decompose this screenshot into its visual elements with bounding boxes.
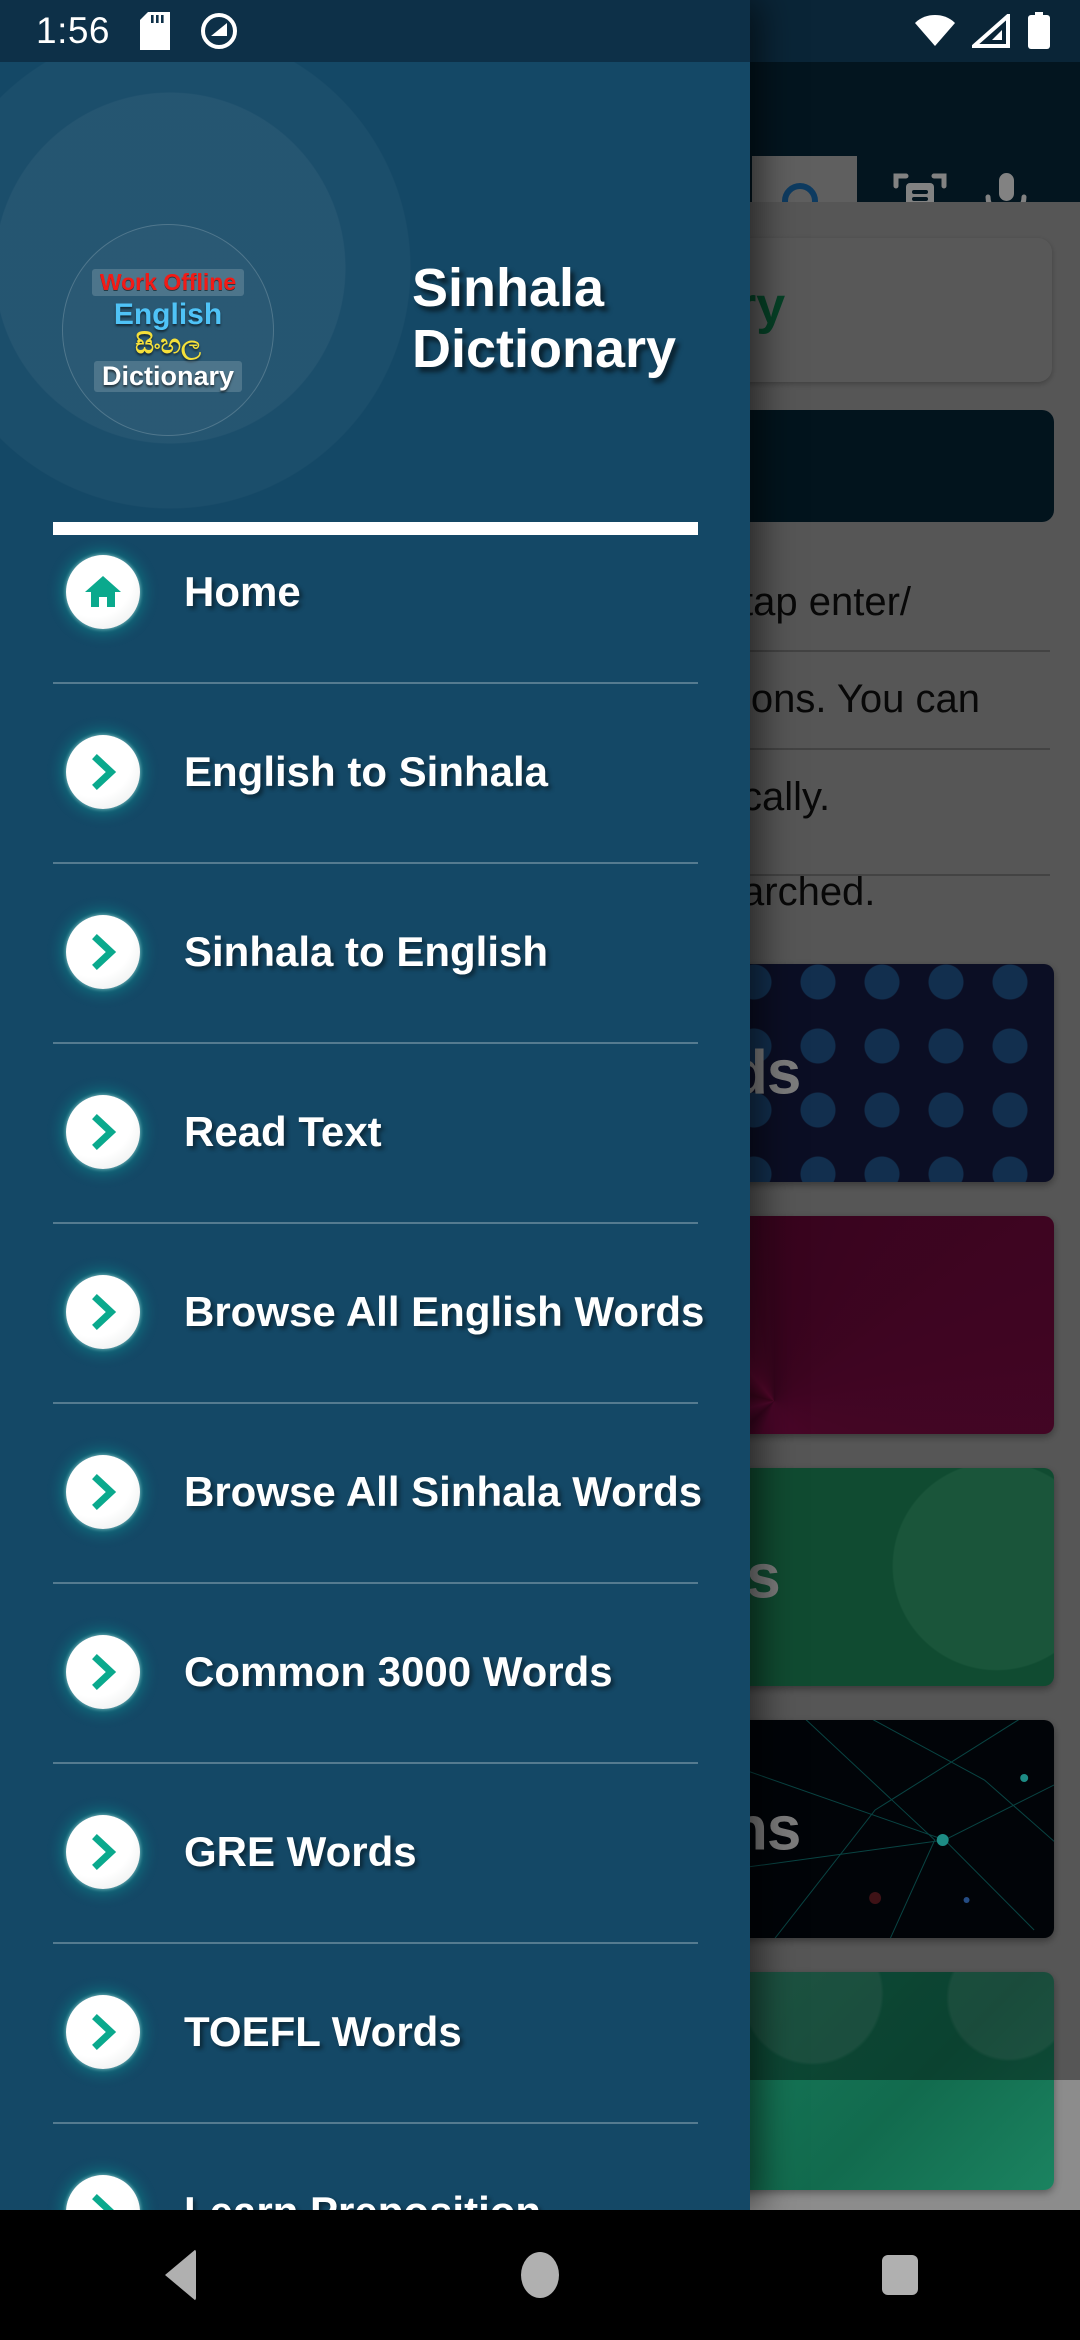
menu-item-label: Read Text (184, 1108, 382, 1155)
wifi-icon (915, 15, 955, 46)
menu-item-label: Common 3000 Words (184, 1648, 613, 1695)
menu-item-label: English to Sinhala (184, 748, 549, 795)
sd-card-icon (140, 12, 171, 50)
drawer-menu-list[interactable]: Home English to Sinhala Sinhala to Engli… (0, 502, 750, 2210)
recents-button[interactable] (815, 2210, 985, 2340)
chevron-right-icon (66, 1455, 140, 1529)
chevron-right-icon (66, 1275, 140, 1349)
menu-item-label: Browse All English Words (184, 1288, 705, 1335)
home-circle-icon (521, 2252, 559, 2298)
recents-square-icon (882, 2255, 918, 2295)
chevron-right-icon (66, 2175, 140, 2210)
menu-item-label: Sinhala to English (184, 928, 549, 975)
logo-sinhala-text: සිංහල (135, 328, 201, 359)
logo-work-offline-text: Work Offline (91, 268, 245, 296)
menu-item-common-3000-words[interactable]: Common 3000 Words (0, 1582, 750, 1762)
status-bar: 1:56 (0, 0, 750, 62)
menu-item-sinhala-to-english[interactable]: Sinhala to English (0, 862, 750, 1042)
background-instruction-line-3: cally. (742, 775, 831, 819)
chevron-right-icon (66, 915, 140, 989)
menu-item-english-to-sinhala[interactable]: English to Sinhala (0, 682, 750, 862)
background-instruction-line-2: ions. You can (742, 677, 980, 721)
chevron-right-icon (66, 1995, 140, 2069)
background-banner-card[interactable] (736, 1972, 1054, 2190)
background-dark-strip (736, 410, 1054, 522)
logo-english-text: English (113, 297, 223, 331)
navigation-drawer: 1:56 Work Offline English සිංහල Dictiona… (0, 0, 750, 2210)
back-triangle-icon (164, 2249, 196, 2301)
cellular-signal-icon (972, 14, 1010, 48)
menu-item-label: Browse All Sinhala Words (184, 1468, 703, 1515)
background-instruction-line-4: arched. (742, 870, 876, 914)
back-button[interactable] (95, 2210, 265, 2340)
status-bar-clock: 1:56 (36, 10, 111, 51)
battery-icon (1028, 12, 1050, 49)
background-banner-card[interactable]: ls (736, 1468, 1054, 1686)
background-banner-card[interactable] (736, 1216, 1054, 1434)
home-icon (66, 555, 140, 629)
menu-item-browse-all-english-words[interactable]: Browse All English Words (0, 1222, 750, 1402)
home-button[interactable] (455, 2210, 625, 2340)
menu-item-label: Learn Preposition (184, 2188, 541, 2210)
menu-item-toefl-words[interactable]: TOEFL Words (0, 1942, 750, 2122)
menu-item-label: GRE Words (184, 1828, 417, 1875)
chevron-right-icon (66, 1815, 140, 1889)
chevron-right-icon (66, 1095, 140, 1169)
menu-item-home[interactable]: Home (0, 502, 750, 682)
menu-item-label: Home (184, 568, 301, 615)
menu-item-browse-all-sinhala-words[interactable]: Browse All Sinhala Words (0, 1402, 750, 1582)
do-not-disturb-icon (201, 13, 238, 49)
chevron-right-icon (66, 1635, 140, 1709)
app-logo-graphic: Work Offline English සිංහල Dictionary (91, 254, 245, 406)
menu-item-learn-preposition[interactable]: Learn Preposition (0, 2122, 750, 2210)
logo-dictionary-text: Dictionary (93, 360, 243, 392)
background-divider (736, 748, 1050, 750)
menu-item-read-text[interactable]: Read Text (0, 1042, 750, 1222)
status-bar-right-icons (914, 12, 1052, 50)
menu-item-label: TOEFL Words (184, 2008, 462, 2055)
app-title: Sinhala Dictionary (412, 258, 677, 380)
background-instruction-line-1: tap enter/ (742, 580, 912, 624)
phone-screen: ry tap enter/ ions. You can cally. arche… (0, 0, 1080, 2340)
system-navigation-bar (0, 2210, 1080, 2340)
drawer-header: Work Offline English සිංහල Dictionary Si… (0, 62, 750, 535)
background-banner-card[interactable]: ns (736, 1720, 1054, 1938)
chevron-right-icon (66, 735, 140, 809)
background-divider (736, 650, 1050, 652)
app-logo: Work Offline English සිංහල Dictionary (62, 224, 274, 436)
background-banner-card[interactable]: ds (736, 964, 1054, 1182)
menu-item-gre-words[interactable]: GRE Words (0, 1762, 750, 1942)
